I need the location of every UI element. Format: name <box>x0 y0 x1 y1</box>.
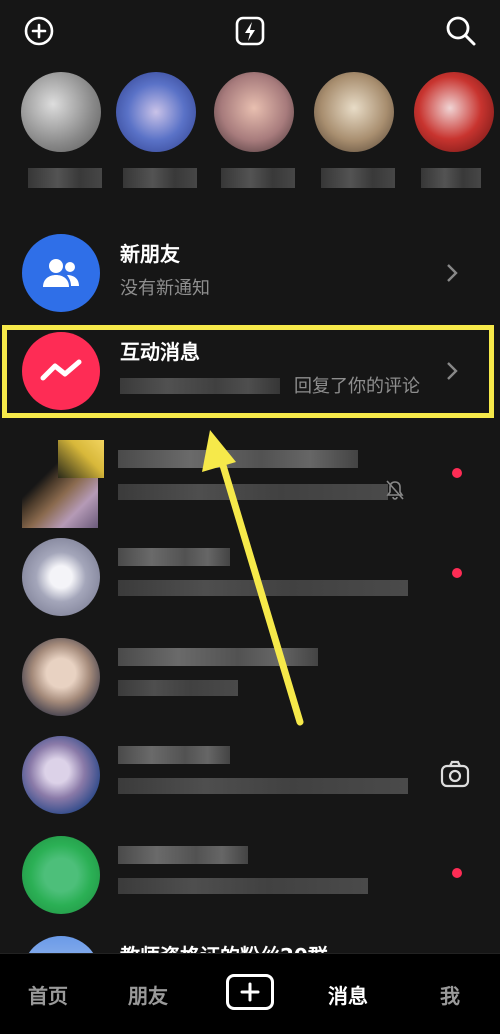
plus-circle-icon[interactable] <box>22 14 56 48</box>
blurred-chat-name <box>118 648 318 666</box>
blurred-chat-name <box>118 548 230 566</box>
chat-row[interactable] <box>0 726 500 826</box>
avatar-badge <box>58 440 104 478</box>
avatar <box>22 638 100 716</box>
lightning-icon[interactable] <box>233 14 267 48</box>
recent-contact[interactable] <box>17 72 105 188</box>
mute-bell-icon <box>386 480 404 500</box>
blurred-chat-preview <box>118 878 368 894</box>
avatar <box>414 72 494 152</box>
blurred-chat-preview <box>118 778 408 794</box>
contact-name-blurred <box>221 168 295 188</box>
recent-contact[interactable] <box>210 72 298 188</box>
recent-contacts-row <box>0 72 500 202</box>
contact-name-blurred <box>28 168 102 188</box>
blurred-chat-preview <box>118 680 238 696</box>
chat-row[interactable] <box>0 432 500 532</box>
blurred-chat-name <box>118 450 358 468</box>
contact-name-blurred <box>123 168 197 188</box>
unread-dot <box>452 868 462 878</box>
chat-row[interactable] <box>0 628 500 728</box>
recent-contact[interactable] <box>112 72 200 188</box>
chat-row-title: 教师资格证的粉丝20群 <box>120 940 328 954</box>
avatar <box>116 72 196 152</box>
tab-messages[interactable]: 消息 <box>328 980 368 1009</box>
recent-contact[interactable] <box>410 72 498 188</box>
avatar <box>22 538 100 616</box>
chat-row[interactable] <box>0 826 500 926</box>
recent-contact[interactable] <box>310 72 398 188</box>
blurred-chat-preview <box>118 484 388 500</box>
tab-friends[interactable]: 朋友 <box>128 980 168 1009</box>
tab-home[interactable]: 首页 <box>28 980 68 1009</box>
avatar <box>22 836 100 914</box>
avatar <box>314 72 394 152</box>
avatar <box>22 936 100 954</box>
create-button[interactable] <box>226 974 274 1010</box>
chat-row[interactable]: 教师资格证的粉丝20群 <box>0 926 500 954</box>
contact-name-blurred <box>321 168 395 188</box>
chat-row[interactable] <box>0 528 500 628</box>
highlight-box <box>2 325 494 418</box>
contact-name-blurred <box>421 168 481 188</box>
bottom-tab-bar: 首页 朋友 消息 我 <box>0 953 500 1034</box>
friends-icon <box>22 234 100 312</box>
avatar <box>214 72 294 152</box>
camera-icon[interactable] <box>440 760 470 788</box>
tab-me[interactable]: 我 <box>440 980 460 1009</box>
blurred-chat-name <box>118 846 248 864</box>
blurred-chat-preview <box>118 580 408 596</box>
avatar <box>21 72 101 152</box>
friends-row-subtitle: 没有新通知 <box>120 278 210 299</box>
friends-row-title: 新朋友 <box>120 242 180 266</box>
top-bar <box>0 0 500 62</box>
chevron-right-icon <box>447 264 458 282</box>
search-icon[interactable] <box>444 14 478 48</box>
unread-dot <box>452 568 462 578</box>
avatar <box>22 736 100 814</box>
plus-icon <box>240 982 260 1002</box>
new-friends-row[interactable]: 新朋友 没有新通知 <box>0 224 500 324</box>
blurred-chat-name <box>118 746 230 764</box>
unread-dot <box>452 468 462 478</box>
